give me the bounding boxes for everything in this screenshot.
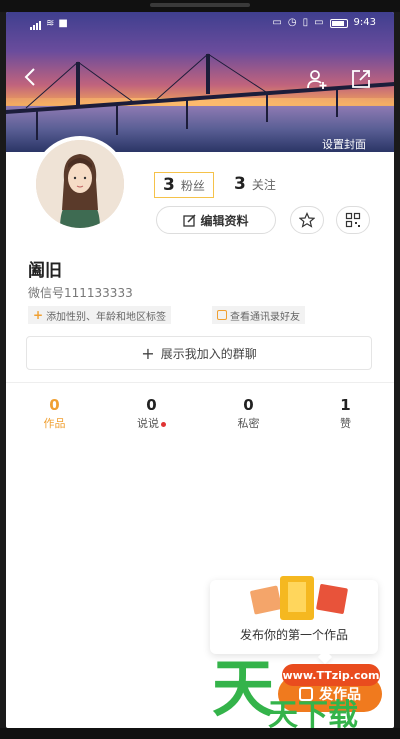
red-card-icon (315, 583, 349, 615)
star-icon (299, 212, 315, 228)
contacts-tag[interactable]: 查看通讯录好友 (212, 306, 305, 324)
qr-code-button[interactable] (336, 206, 370, 234)
add-info-tag-label: 添加性别、年龄和地区标签 (46, 311, 167, 323)
publish-prompt-text: 发布你的第一个作品 (239, 628, 348, 642)
status-left: ≋ ■ (30, 18, 68, 30)
tab-likes-label: 赞 (340, 417, 351, 430)
tab-posts-label-row: 说说 (103, 415, 200, 431)
add-user-icon (307, 70, 327, 89)
status-time: 9:43 (353, 17, 376, 28)
hd-icon: ▭ (272, 17, 282, 28)
tab-works-count: 0 (49, 396, 60, 414)
tab-private[interactable]: 0 私密 (200, 396, 297, 431)
tab-private-count: 0 (243, 396, 254, 414)
tab-posts-label: 说说 (137, 417, 159, 430)
back-button[interactable] (20, 66, 40, 88)
tab-private-label: 私密 (237, 417, 260, 430)
avatar[interactable] (32, 136, 128, 232)
signal-icon (30, 19, 42, 30)
edit-profile-label: 编辑资料 (200, 213, 249, 228)
plus-icon: + (141, 343, 155, 363)
add-info-tag[interactable]: + 添加性别、年龄和地区标签 (28, 306, 172, 324)
device-bottom-bezel (0, 728, 400, 739)
share-button[interactable] (350, 68, 372, 90)
film-strip-icon (280, 576, 314, 620)
watermark-url: www.TTzip.com (282, 664, 380, 686)
edit-profile-button[interactable]: 编辑资料 (156, 206, 276, 234)
edit-icon (183, 213, 197, 227)
show-groups-button[interactable]: + 展示我加入的群聊 (26, 336, 372, 370)
content-tabs: 0 作品 0 说说 0 私密 1 赞 (6, 396, 394, 431)
avatar-illustration (36, 140, 124, 228)
photo-card-icon (249, 585, 283, 615)
add-friend-button[interactable] (306, 68, 328, 90)
battery-icon (329, 18, 348, 28)
notification-icon: ■ (58, 18, 68, 29)
wifi-icon: ≋ (46, 18, 55, 29)
profile-cover[interactable]: ≋ ■ ▭ ◷ ▯ ▭ 9:43 设置封面 (6, 12, 394, 152)
wechat-id: 微信号111133333 (28, 286, 133, 300)
username: 阖旧 (28, 261, 62, 281)
device-top-bezel (0, 0, 400, 12)
alarm-icon: ◷ (287, 17, 297, 28)
status-right: ▭ ◷ ▯ ▭ 9:43 (272, 17, 376, 29)
fans-count: 3 (163, 175, 175, 195)
following-label: 关注 (251, 178, 276, 192)
chevron-left-icon (24, 68, 35, 86)
plus-icon: + (33, 308, 44, 322)
following-stat[interactable]: 3 关注 (228, 172, 282, 198)
watermark-text: 天下载 (268, 698, 358, 728)
sim-icon: ▭ (314, 17, 324, 28)
fans-stat[interactable]: 3 粉丝 (154, 172, 214, 198)
show-groups-label: 展示我加入的群聊 (160, 346, 257, 361)
speaker-grille (150, 3, 250, 7)
card-pointer (317, 649, 333, 665)
contacts-tag-label: 查看通讯录好友 (230, 311, 300, 323)
vibrate-icon: ▯ (302, 17, 309, 28)
set-cover-link[interactable]: 设置封面 (322, 136, 366, 152)
qr-code-icon (345, 212, 361, 228)
tab-likes-count: 1 (340, 396, 351, 414)
tab-likes[interactable]: 1 赞 (297, 396, 394, 431)
tab-works-label: 作品 (43, 417, 66, 430)
share-icon (352, 70, 370, 88)
favorites-button[interactable] (290, 206, 324, 234)
tab-posts-count: 0 (146, 396, 157, 414)
watermark-logo-char: 天 (212, 652, 275, 725)
contacts-icon (217, 310, 227, 320)
unread-dot (161, 421, 166, 427)
publish-prompt-card: 发布你的第一个作品 (210, 576, 378, 665)
tab-works[interactable]: 0 作品 (6, 396, 103, 431)
tab-posts[interactable]: 0 说说 (103, 396, 200, 431)
following-count: 3 (234, 174, 246, 194)
phone-screen: ≋ ■ ▭ ◷ ▯ ▭ 9:43 设置封面 3 粉丝 3 关注 编辑资料 阖旧 … (6, 12, 394, 728)
status-bar: ≋ ■ ▭ ◷ ▯ ▭ 9:43 (6, 12, 394, 36)
fans-label: 粉丝 (180, 179, 205, 193)
section-divider (6, 382, 394, 383)
